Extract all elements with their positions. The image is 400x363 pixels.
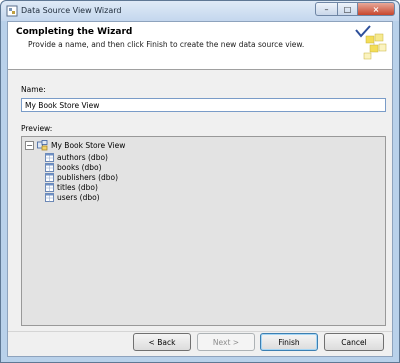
close-button[interactable]: × <box>357 2 395 16</box>
wizard-window: Data Source View Wizard – □ × Completing… <box>0 0 400 363</box>
page-title: Completing the Wizard <box>16 27 133 37</box>
wizard-header: Completing the Wizard Provide a name, an… <box>8 22 392 70</box>
minimize-icon: – <box>324 4 329 14</box>
tree-item-label: users (dbo) <box>57 192 100 202</box>
footer-divider <box>8 331 392 332</box>
minimize-button[interactable]: – <box>315 2 337 16</box>
page-subtitle: Provide a name, and then click Finish to… <box>28 40 305 49</box>
tree-root-label: My Book Store View <box>51 141 126 150</box>
tree-item[interactable]: titles (dbo) <box>45 182 98 192</box>
tree-item-label: authors (dbo) <box>57 152 108 162</box>
preview-label: Preview: <box>21 124 53 133</box>
tree-root-item[interactable]: − My Book Store View <box>25 140 125 151</box>
tree-item[interactable]: users (dbo) <box>45 192 100 202</box>
collapse-icon[interactable]: − <box>25 141 34 150</box>
table-icon <box>45 192 54 202</box>
wizard-banner-icon <box>355 25 387 60</box>
table-icon <box>45 162 54 172</box>
preview-tree[interactable]: − My Book Store View authors (dbo) books… <box>21 136 386 326</box>
cancel-button[interactable]: Cancel <box>324 333 384 351</box>
maximize-icon: □ <box>343 4 352 14</box>
back-button[interactable]: < Back <box>133 333 191 351</box>
name-input[interactable] <box>21 98 386 112</box>
table-icon <box>45 172 54 182</box>
tree-item[interactable]: authors (dbo) <box>45 152 108 162</box>
window-title: Data Source View Wizard <box>21 6 122 15</box>
title-bar[interactable]: Data Source View Wizard – □ × <box>1 1 399 21</box>
tree-item[interactable]: books (dbo) <box>45 162 102 172</box>
wizard-app-icon <box>6 5 18 17</box>
name-label: Name: <box>21 85 46 94</box>
table-icon <box>45 182 54 192</box>
tree-item[interactable]: publishers (dbo) <box>45 172 118 182</box>
next-button[interactable]: Next > <box>197 333 255 351</box>
close-icon: × <box>372 4 380 14</box>
window-controls: – □ × <box>315 2 395 16</box>
table-icon <box>45 152 54 162</box>
maximize-button[interactable]: □ <box>337 2 357 16</box>
tree-item-label: books (dbo) <box>57 162 102 172</box>
tree-item-label: titles (dbo) <box>57 182 98 192</box>
finish-button[interactable]: Finish <box>260 333 318 351</box>
data-source-view-icon <box>37 140 48 151</box>
wizard-client-area: Completing the Wizard Provide a name, an… <box>7 21 393 357</box>
tree-item-label: publishers (dbo) <box>57 172 119 182</box>
